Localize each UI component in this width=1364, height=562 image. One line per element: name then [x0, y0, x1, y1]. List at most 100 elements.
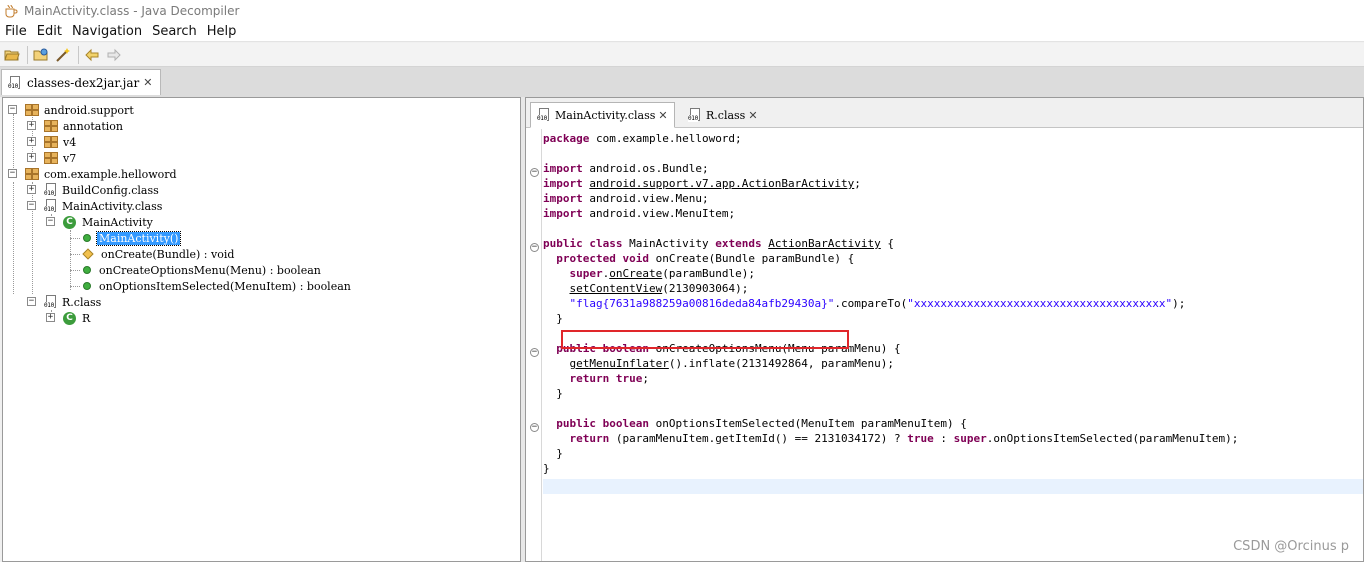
package-icon	[25, 168, 39, 180]
toolbar	[0, 43, 1364, 67]
menu-help[interactable]: Help	[202, 24, 242, 39]
menu-file[interactable]: File	[0, 24, 32, 39]
public-method-icon	[83, 234, 91, 242]
fold-toggle[interactable]: −	[530, 243, 539, 252]
code-line: import android.os.Bundle;	[543, 162, 709, 175]
tree-node-android-support[interactable]: − android.support	[3, 102, 134, 118]
tree-label-selected: MainActivity()	[95, 230, 182, 246]
fold-toggle[interactable]: −	[530, 423, 539, 432]
menu-navigation[interactable]: Navigation	[67, 24, 147, 39]
collapse-toggle[interactable]: −	[27, 297, 36, 306]
tab-classes-jar[interactable]: 010 classes-dex2jar.jar ✕	[1, 69, 162, 95]
tree-node-v4[interactable]: + v4	[3, 134, 76, 150]
forward-arrow-icon[interactable]	[104, 45, 124, 65]
package-icon	[25, 104, 39, 116]
code-line: getMenuInflater().inflate(2131492864, pa…	[569, 357, 895, 370]
tree-node-onoptionsitemselected[interactable]: onOptionsItemSelected(MenuItem) : boolea…	[3, 278, 351, 294]
toolbar-separator	[27, 45, 28, 64]
flag-highlight-box	[561, 330, 849, 349]
fold-toggle[interactable]: −	[530, 348, 539, 357]
editor-pane: 010 MainActivity.class ✕ 010 R.class ✕ −…	[525, 97, 1364, 562]
wand-icon[interactable]	[53, 45, 73, 65]
code-line: }	[556, 387, 563, 400]
tree-node-r-class[interactable]: − 010 R.class	[3, 294, 101, 310]
code-line: import android.view.Menu;	[543, 192, 709, 205]
close-icon[interactable]: ✕	[748, 109, 757, 122]
tree-node-buildconfig[interactable]: + 010 BuildConfig.class	[3, 182, 159, 198]
class-file-icon: 010	[44, 199, 58, 213]
tree-node-v7[interactable]: + v7	[3, 150, 76, 166]
tree-label: android.support	[44, 103, 134, 117]
open-file-icon[interactable]	[2, 45, 22, 65]
code-line: protected void onCreate(Bundle paramBund…	[556, 252, 855, 265]
flag-string: "flag{7631a988259a00816deda84afb29430a}"	[569, 297, 835, 310]
code-line: }	[543, 462, 550, 475]
tab-r-class[interactable]: 010 R.class ✕	[682, 102, 764, 128]
code-line: public boolean onOptionsItemSelected(Men…	[556, 417, 967, 430]
current-line-highlight	[543, 479, 1363, 494]
class-file-icon: 010	[688, 108, 702, 122]
tree-node-oncreateoptionsmenu[interactable]: onCreateOptionsMenu(Menu) : boolean	[3, 262, 321, 278]
tree-node-annotation[interactable]: + annotation	[3, 118, 123, 134]
package-icon	[44, 152, 58, 164]
tree-node-mainactivity-class[interactable]: − 010 MainActivity.class	[3, 198, 162, 214]
expand-toggle[interactable]: +	[27, 121, 36, 130]
code-line-flag: "flag{7631a988259a00816deda84afb29430a}"…	[569, 297, 1186, 310]
code-line: import android.view.MenuItem;	[543, 207, 736, 220]
tree-label: onCreateOptionsMenu(Menu) : boolean	[99, 263, 321, 277]
title-bar: MainActivity.class - Java Decompiler	[0, 0, 1364, 21]
menu-edit[interactable]: Edit	[32, 24, 67, 39]
public-method-icon	[83, 266, 91, 274]
fold-toggle[interactable]: −	[530, 168, 539, 177]
close-icon[interactable]: ✕	[143, 76, 152, 89]
public-method-icon	[83, 282, 91, 290]
tree-node-r[interactable]: + C R	[3, 310, 90, 326]
code-line: setContentView(2130903064);	[569, 282, 749, 295]
tab-label: classes-dex2jar.jar	[27, 75, 140, 90]
expand-toggle[interactable]: +	[27, 185, 36, 194]
fold-gutter: − − − −	[526, 129, 542, 561]
open-folder-icon[interactable]	[31, 45, 51, 65]
package-icon	[44, 120, 58, 132]
tree-label: onOptionsItemSelected(MenuItem) : boolea…	[99, 279, 351, 293]
menu-bar: File Edit Navigation Search Help	[0, 21, 1364, 42]
tree-label: MainActivity	[82, 215, 153, 229]
tree-node-ctor[interactable]: MainActivity()	[3, 230, 182, 246]
expand-toggle[interactable]: +	[27, 153, 36, 162]
tab-mainactivity[interactable]: 010 MainActivity.class ✕	[530, 102, 675, 128]
code-line: package com.example.helloword;	[543, 132, 742, 145]
tree-label: annotation	[63, 119, 123, 133]
tree-node-oncreate[interactable]: onCreate(Bundle) : void	[3, 246, 234, 262]
code-editor[interactable]: − − − − package com.example.helloword; i…	[526, 129, 1363, 561]
expand-toggle[interactable]: +	[46, 313, 55, 322]
collapse-toggle[interactable]: −	[27, 201, 36, 210]
window-title: MainActivity.class - Java Decompiler	[24, 3, 240, 18]
collapse-toggle[interactable]: −	[46, 217, 55, 226]
class-file-icon: 010	[537, 108, 551, 122]
toolbar-separator	[78, 45, 79, 64]
tree-label: com.example.helloword	[44, 167, 177, 181]
tab-strip	[0, 67, 1364, 97]
tree-label: MainActivity.class	[62, 199, 163, 213]
coffee-cup-icon	[4, 4, 18, 18]
code-line: }	[556, 312, 563, 325]
watermark: CSDN @Orcinus p	[1233, 539, 1349, 554]
code-line: }	[556, 447, 563, 460]
collapse-toggle[interactable]: −	[8, 169, 17, 178]
expand-toggle[interactable]: +	[27, 137, 36, 146]
package-icon	[44, 136, 58, 148]
class-icon: C	[63, 311, 76, 325]
close-icon[interactable]: ✕	[658, 109, 667, 122]
code-line: public class MainActivity extends Action…	[543, 237, 895, 250]
tree-node-helloword[interactable]: − com.example.helloword	[3, 166, 177, 182]
menu-search[interactable]: Search	[147, 24, 202, 39]
jar-file-icon: 010	[8, 75, 22, 90]
collapse-toggle[interactable]: −	[8, 105, 17, 114]
tree-label: onCreate(Bundle) : void	[101, 247, 235, 261]
tree-node-mainactivity[interactable]: − C MainActivity	[3, 214, 153, 230]
code-line: super.onCreate(paramBundle);	[569, 267, 755, 280]
tree-label: R	[82, 311, 91, 325]
tree-label: v4	[63, 135, 77, 149]
editor-tab-strip: 010 MainActivity.class ✕ 010 R.class ✕	[526, 98, 1363, 128]
back-arrow-icon[interactable]	[82, 45, 102, 65]
